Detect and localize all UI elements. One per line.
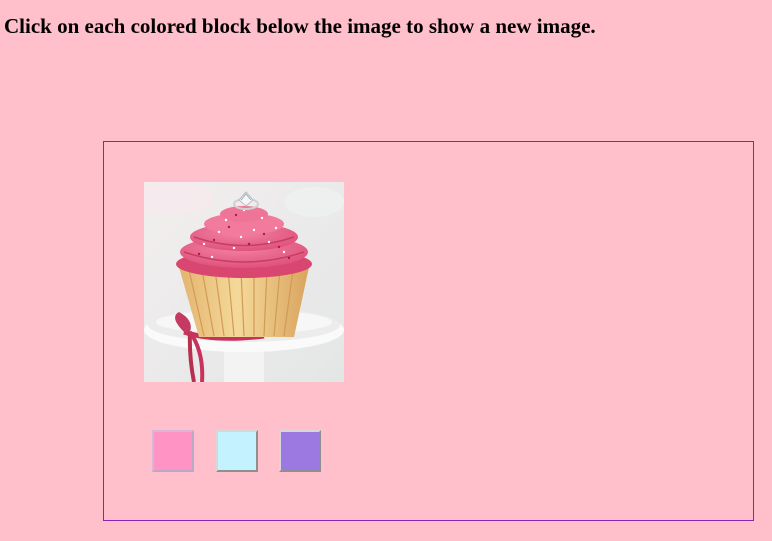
instruction-heading: Click on each colored block below the im…	[4, 14, 596, 38]
pink-swatch-button[interactable]	[152, 430, 194, 472]
purple-swatch-button[interactable]	[279, 430, 321, 472]
cyan-swatch-button[interactable]	[216, 430, 258, 472]
cupcake-image	[144, 182, 344, 382]
